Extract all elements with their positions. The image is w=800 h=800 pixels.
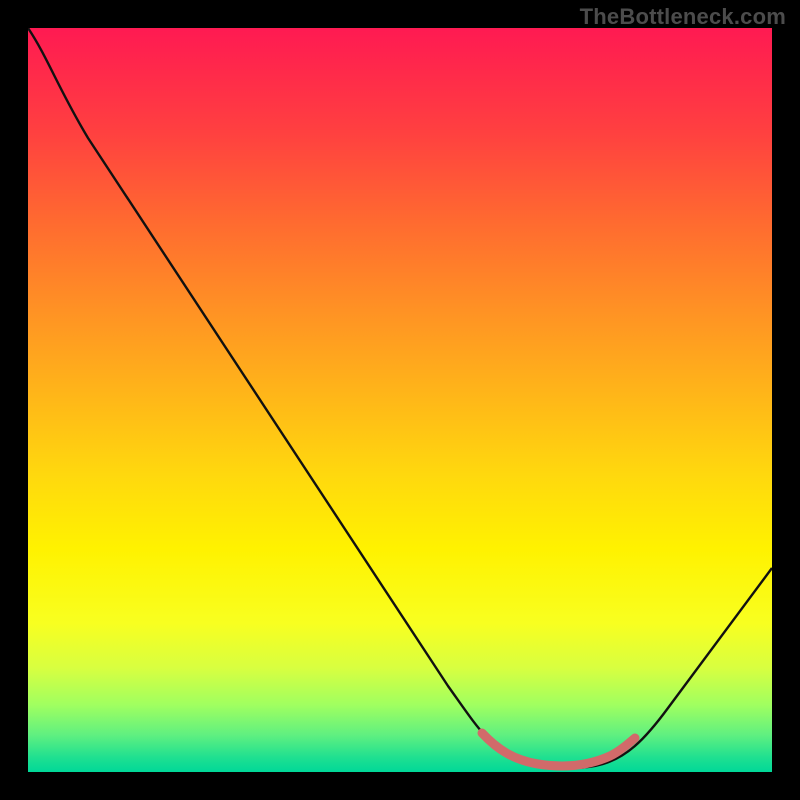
chart-frame: TheBottleneck.com xyxy=(0,0,800,800)
watermark-label: TheBottleneck.com xyxy=(580,4,786,30)
bottleneck-curve xyxy=(28,28,772,768)
curve-layer xyxy=(28,28,772,772)
plot-area xyxy=(28,28,772,772)
